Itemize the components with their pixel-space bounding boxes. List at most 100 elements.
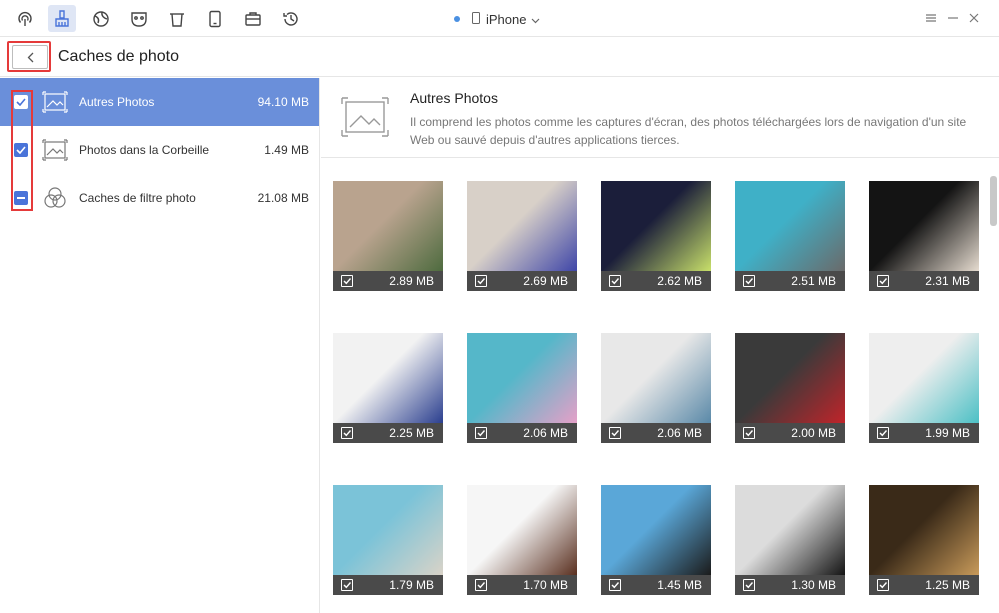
- photo-thumbnail[interactable]: [601, 333, 711, 423]
- photo-checkbox[interactable]: [341, 579, 353, 591]
- photo-icon: [42, 139, 68, 161]
- photo-thumbnail[interactable]: [735, 181, 845, 271]
- sidebar-item-photos-corbeille[interactable]: Photos dans la Corbeille 1.49 MB: [0, 126, 319, 174]
- photo-thumbnail[interactable]: [467, 333, 577, 423]
- cleaner-icon[interactable]: [48, 5, 76, 32]
- photo-size: 2.31 MB: [925, 274, 970, 288]
- photo-info-bar: 2.31 MB: [869, 271, 979, 291]
- phone-icon: [472, 11, 480, 27]
- privacy-mask-icon[interactable]: [125, 5, 153, 32]
- photo-size: 2.06 MB: [657, 426, 702, 440]
- device-selector[interactable]: iPhone: [454, 9, 540, 29]
- photo-checkbox[interactable]: [475, 427, 487, 439]
- photo-tile[interactable]: 1.99 MB: [869, 333, 979, 443]
- photo-info-bar: 2.06 MB: [601, 423, 711, 443]
- photo-checkbox[interactable]: [877, 275, 889, 287]
- photo-tile[interactable]: 2.25 MB: [333, 333, 443, 443]
- photo-checkbox[interactable]: [475, 275, 487, 287]
- photo-checkbox[interactable]: [743, 427, 755, 439]
- photo-thumbnail[interactable]: [467, 485, 577, 575]
- category-sidebar: Autres Photos 94.10 MB Photos dans la Co…: [0, 78, 320, 613]
- photo-thumbnail[interactable]: [333, 181, 443, 271]
- photo-tile[interactable]: 2.51 MB: [735, 181, 845, 291]
- photo-tile[interactable]: 1.30 MB: [735, 485, 845, 595]
- photo-tile[interactable]: 2.06 MB: [467, 333, 577, 443]
- minimize-icon[interactable]: [946, 10, 960, 26]
- photo-checkbox[interactable]: [743, 579, 755, 591]
- photo-info-bar: 1.79 MB: [333, 575, 443, 595]
- photo-info-bar: 1.45 MB: [601, 575, 711, 595]
- photo-checkbox[interactable]: [609, 579, 621, 591]
- photo-tile[interactable]: 2.06 MB: [601, 333, 711, 443]
- photo-thumbnail[interactable]: [467, 181, 577, 271]
- internet-icon[interactable]: [87, 5, 115, 32]
- trash-bin-icon[interactable]: [163, 5, 191, 32]
- photo-tile[interactable]: 2.00 MB: [735, 333, 845, 443]
- photo-thumbnail[interactable]: [869, 485, 979, 575]
- photo-tile[interactable]: 2.62 MB: [601, 181, 711, 291]
- photo-size: 2.89 MB: [389, 274, 434, 288]
- main-panel: Autres Photos Il comprend les photos com…: [321, 78, 999, 613]
- photo-info-bar: 2.25 MB: [333, 423, 443, 443]
- photo-tile[interactable]: 2.89 MB: [333, 181, 443, 291]
- sidebar-item-size: 1.49 MB: [264, 143, 309, 157]
- toolbox-icon[interactable]: [239, 5, 267, 32]
- sidebar-item-label: Photos dans la Corbeille: [79, 143, 210, 157]
- photo-icon: [341, 97, 389, 137]
- photo-thumbnail[interactable]: [601, 485, 711, 575]
- page-title: Caches de photo: [58, 48, 179, 65]
- photo-checkbox[interactable]: [609, 275, 621, 287]
- history-icon[interactable]: [277, 5, 305, 32]
- close-icon[interactable]: [967, 10, 981, 26]
- category-description: Il comprend les photos comme les capture…: [410, 115, 967, 147]
- photo-checkbox[interactable]: [877, 427, 889, 439]
- photo-info-bar: 1.30 MB: [735, 575, 845, 595]
- top-toolbar: iPhone: [0, 0, 999, 37]
- photo-tile[interactable]: 1.25 MB: [869, 485, 979, 595]
- photo-checkbox[interactable]: [609, 427, 621, 439]
- scrollbar-thumb[interactable]: [990, 176, 997, 226]
- sidebar-item-label: Caches de filtre photo: [79, 191, 196, 205]
- photo-thumbnail[interactable]: [333, 485, 443, 575]
- photo-tile[interactable]: 1.45 MB: [601, 485, 711, 595]
- photo-thumbnail[interactable]: [869, 333, 979, 423]
- chevron-down-icon: [531, 12, 540, 27]
- photo-thumbnail[interactable]: [735, 333, 845, 423]
- photo-info-bar: 2.89 MB: [333, 271, 443, 291]
- photo-size: 2.69 MB: [523, 274, 568, 288]
- photo-tile[interactable]: 2.69 MB: [467, 181, 577, 291]
- sidebar-item-caches-filtre[interactable]: Caches de filtre photo 21.08 MB: [0, 174, 319, 222]
- photo-tile[interactable]: 1.79 MB: [333, 485, 443, 595]
- tablet-icon[interactable]: [201, 5, 229, 32]
- content-manager-icon[interactable]: [11, 5, 39, 32]
- photo-thumbnail[interactable]: [601, 181, 711, 271]
- photo-tile[interactable]: 2.31 MB: [869, 181, 979, 291]
- photo-checkbox[interactable]: [475, 579, 487, 591]
- checkbox-highlight: [11, 90, 33, 211]
- menu-icon[interactable]: [924, 10, 938, 26]
- photo-checkbox[interactable]: [743, 275, 755, 287]
- sidebar-item-autres-photos[interactable]: Autres Photos 94.10 MB: [0, 78, 319, 126]
- device-name: iPhone: [486, 11, 527, 27]
- photo-checkbox[interactable]: [877, 579, 889, 591]
- sidebar-item-size: 94.10 MB: [257, 95, 309, 109]
- photo-size: 2.25 MB: [389, 426, 434, 440]
- photo-size: 1.79 MB: [389, 578, 434, 592]
- photo-info-bar: 2.62 MB: [601, 271, 711, 291]
- photo-info-bar: 2.00 MB: [735, 423, 845, 443]
- sidebar-item-label: Autres Photos: [79, 95, 155, 109]
- photo-size: 2.00 MB: [791, 426, 836, 440]
- photo-checkbox[interactable]: [341, 427, 353, 439]
- category-title: Autres Photos: [410, 90, 498, 106]
- photo-thumbnail[interactable]: [333, 333, 443, 423]
- back-button[interactable]: [12, 45, 48, 69]
- photo-thumbnail[interactable]: [735, 485, 845, 575]
- page-header: Caches de photo: [0, 37, 999, 77]
- photo-size: 2.62 MB: [657, 274, 702, 288]
- photo-size: 1.25 MB: [925, 578, 970, 592]
- photo-checkbox[interactable]: [341, 275, 353, 287]
- photo-size: 1.99 MB: [925, 426, 970, 440]
- photo-tile[interactable]: 1.70 MB: [467, 485, 577, 595]
- photo-info-bar: 1.25 MB: [869, 575, 979, 595]
- photo-thumbnail[interactable]: [869, 181, 979, 271]
